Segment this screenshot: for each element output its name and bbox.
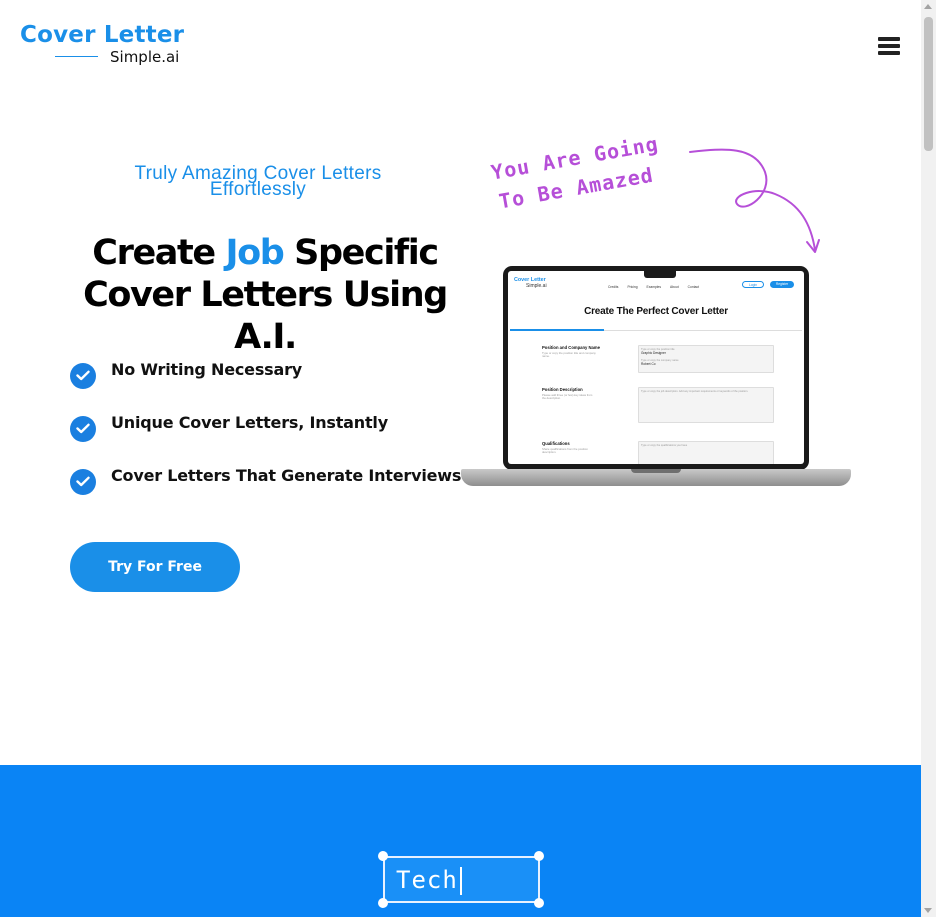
scroll-thumb[interactable] xyxy=(924,17,933,151)
screen-tab-divider xyxy=(604,329,802,330)
screen-login-button: Login xyxy=(742,281,764,288)
screen-field-value: Robert Co xyxy=(641,361,656,366)
feature-text: Cover Letters That Generate Interviews xyxy=(111,466,462,485)
screen-nav: Credits Pricing Examples About Contact xyxy=(608,285,699,289)
resize-handle xyxy=(534,898,544,908)
resize-handle xyxy=(378,851,388,861)
screen-logo-subtitle: Simple.ai xyxy=(526,283,547,289)
screen-section-desc: Type or copy the position title and comp… xyxy=(542,350,596,359)
typing-text-box: Tech xyxy=(383,856,540,903)
screen-nav-item: Contact xyxy=(687,285,700,289)
menu-bar xyxy=(878,44,900,48)
hero-tagline: Truly Amazing Cover Letters Effortlessly xyxy=(134,163,382,200)
headline-pre: Create xyxy=(92,233,226,273)
typing-text-value: Tech xyxy=(396,866,458,894)
logo-divider xyxy=(55,56,98,57)
feature-list: No Writing Necessary Unique Cover Letter… xyxy=(70,356,462,515)
resize-handle xyxy=(534,851,544,861)
curved-arrow-icon xyxy=(689,148,820,253)
page-scrollbar[interactable] xyxy=(921,0,936,917)
screen-section: Position and Company Name Type or copy t… xyxy=(542,345,782,373)
laptop-mockup: Cover Letter Simple.ai Credits Pricing E… xyxy=(461,266,851,488)
screen-field-box: Type or copy the job description. Add an… xyxy=(638,387,774,423)
screen-tab-indicator xyxy=(510,329,604,331)
amazed-annotation: You Are Going To Be Amazed xyxy=(470,124,850,253)
screen-section-desc: Please add three (or few) key ideas from… xyxy=(542,392,593,401)
logo-title: Cover Letter xyxy=(20,22,185,48)
check-circle-icon xyxy=(70,363,96,389)
screen-section: Position Description Please add three (o… xyxy=(542,387,782,423)
feature-item: Cover Letters That Generate Interviews xyxy=(70,462,462,515)
headline-accent: Job xyxy=(225,233,284,273)
laptop-notch xyxy=(644,271,676,278)
hero-headline: Create Job Specific Cover Letters Using … xyxy=(60,232,470,358)
screen-field-label: Type or copy the company name xyxy=(641,358,679,362)
check-circle-icon xyxy=(70,469,96,495)
screen-logo: Cover Letter Simple.ai xyxy=(514,277,547,289)
scroll-up-arrow-icon[interactable] xyxy=(924,4,932,9)
typing-text: Tech xyxy=(396,864,462,896)
screen-field-box: Type or copy the position title Graphic … xyxy=(638,345,774,373)
menu-bar xyxy=(878,37,900,41)
try-for-free-button[interactable]: Try For Free xyxy=(70,542,240,592)
screen-field-label: Type or copy the job description. Add an… xyxy=(641,389,749,393)
screen-field-label: Type or copy the qualifications you have xyxy=(641,443,688,447)
screen-register-button: Register xyxy=(770,281,794,288)
scroll-down-arrow-icon[interactable] xyxy=(924,908,932,913)
screen-nav-item: Examples xyxy=(646,285,662,289)
feature-text: No Writing Necessary xyxy=(111,360,302,379)
text-caret-icon xyxy=(459,867,462,895)
screen-section: Qualifications Share qualifications from… xyxy=(542,441,782,464)
laptop-lid: Cover Letter Simple.ai Credits Pricing E… xyxy=(503,266,809,470)
feature-text: Unique Cover Letters, Instantly xyxy=(111,413,388,432)
site-logo[interactable]: Cover Letter Simple.ai xyxy=(20,22,200,68)
check-circle-icon xyxy=(70,416,96,442)
logo-subtitle-row: Simple.ai xyxy=(20,48,192,66)
feature-item: Unique Cover Letters, Instantly xyxy=(70,409,460,462)
laptop-screen: Cover Letter Simple.ai Credits Pricing E… xyxy=(508,271,804,464)
feature-item: No Writing Necessary xyxy=(70,356,460,409)
resize-handle xyxy=(378,898,388,908)
screen-field-box: Type or copy the qualifications you have xyxy=(638,441,774,464)
screen-nav-item: Credits xyxy=(608,285,619,289)
screen-nav-item: About xyxy=(670,285,679,289)
hamburger-menu-icon[interactable] xyxy=(878,37,900,55)
screen-section-desc: Share qualifications from the position d… xyxy=(542,446,588,455)
screen-title: Create The Perfect Cover Letter xyxy=(584,306,728,317)
logo-subtitle: Simple.ai xyxy=(110,48,180,66)
menu-bar xyxy=(878,51,900,55)
screen-nav-item: Pricing xyxy=(627,285,638,289)
laptop-base-notch xyxy=(631,469,681,473)
